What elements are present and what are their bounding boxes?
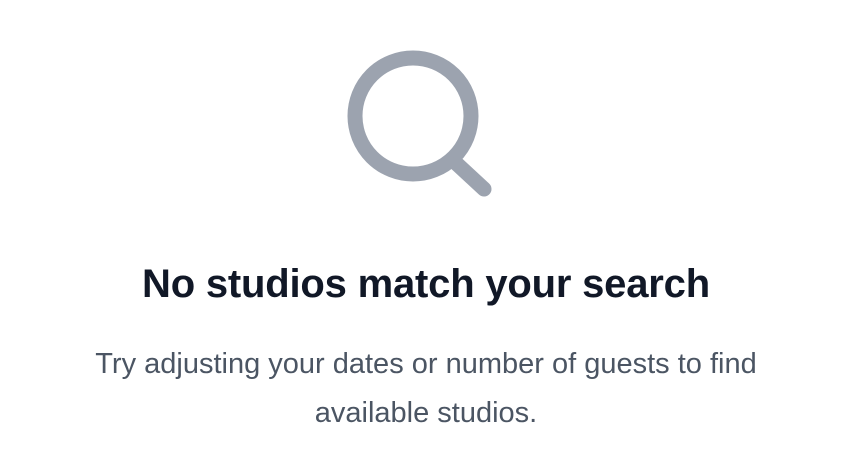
empty-state-title: No studios match your search — [142, 262, 710, 306]
empty-state: No studios match your search Try adjusti… — [0, 0, 852, 466]
empty-state-message: Try adjusting your dates or number of gu… — [95, 348, 757, 429]
search-icon — [347, 50, 492, 197]
